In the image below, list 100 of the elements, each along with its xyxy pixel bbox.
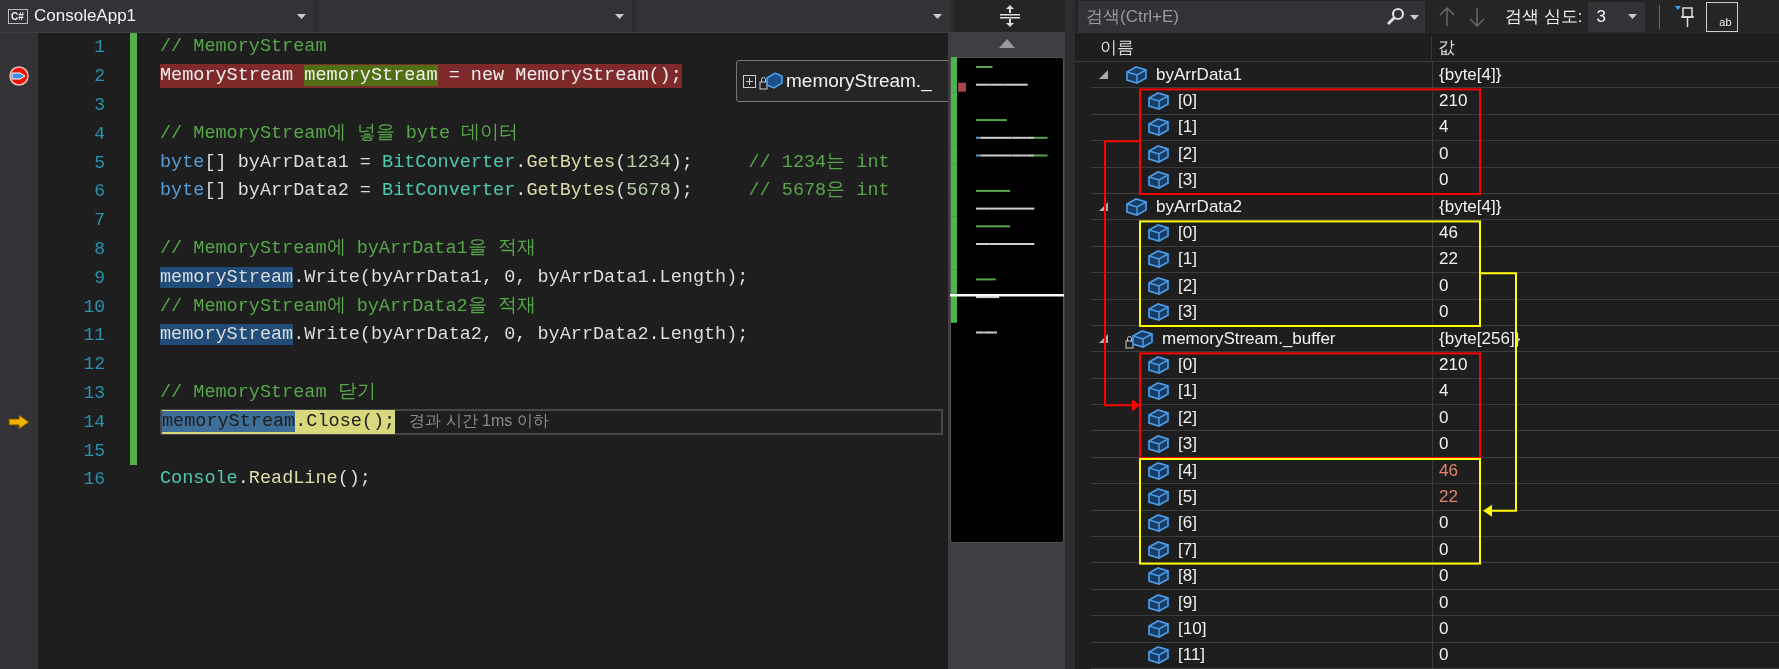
locked-cube-icon [759, 70, 783, 92]
expand-icon[interactable] [743, 74, 756, 88]
breakpoint-icon[interactable] [7, 66, 31, 87]
column-header[interactable]: 이름 [1075, 35, 1432, 59]
variable-name: [5] [1178, 486, 1197, 507]
cube-icon [1147, 301, 1171, 324]
variable-name: [2] [1178, 407, 1197, 428]
cube-icon [1147, 591, 1171, 614]
code-line: // MemoryStream 닫기 [160, 380, 376, 405]
cube-icon [1147, 222, 1171, 245]
expand-triangle-icon[interactable] [1099, 334, 1108, 344]
caret-icon [297, 13, 306, 19]
variable-name: [6] [1178, 513, 1197, 534]
minimap-drawing[interactable] [949, 57, 1064, 543]
variable-value: 0 [1439, 592, 1449, 613]
elapsed-time-hint: 경과 시간 1ms 이하 [409, 411, 549, 432]
variable-value: 22 [1439, 249, 1458, 270]
variable-value: 210 [1439, 91, 1468, 112]
cube-icon [1147, 274, 1171, 297]
variable-name: [1] [1178, 117, 1197, 138]
variable-value: 46 [1439, 223, 1458, 244]
variable-value: 0 [1439, 275, 1449, 296]
line-number: 9 [93, 267, 105, 288]
cube-icon [1147, 565, 1171, 588]
cube-icon [1147, 617, 1171, 640]
variable-value: 46 [1439, 460, 1458, 481]
code-line: // MemoryStream [160, 35, 327, 60]
variable-name: [0] [1178, 355, 1197, 375]
code-line: Console.ReadLine(); [160, 467, 371, 492]
expand-triangle-icon[interactable] [1099, 70, 1108, 80]
variable-name: [2] [1178, 143, 1197, 164]
variable-value: 0 [1439, 143, 1449, 164]
variable-value: 0 [1439, 513, 1449, 534]
variable-name: [4] [1178, 460, 1197, 481]
cube-icon [1147, 380, 1171, 403]
data-tip[interactable]: memoryStream._ [736, 60, 948, 102]
variable-name: [3] [1178, 302, 1197, 323]
cube-icon [1147, 142, 1171, 165]
line-number: 3 [93, 95, 105, 115]
variable-name: memoryStream._buffer [1162, 328, 1336, 349]
code-line: memoryStream.Write(byArrData1, 0, byArrData1.Length); [160, 265, 749, 290]
code-line: byte[] byArrData2 = BitConverter.GetBytes(5678); // 5678은 int [160, 179, 890, 204]
caret-icon [615, 13, 624, 19]
variable-value: 22 [1439, 486, 1458, 507]
caret-icon[interactable] [1410, 14, 1419, 20]
variable-value: 4 [1439, 117, 1449, 138]
column-header[interactable]: 값 [1432, 35, 1455, 59]
variable-value: 0 [1439, 566, 1449, 587]
cube-icon [1147, 538, 1171, 561]
cube-icon [1147, 116, 1171, 139]
pin-icon[interactable] [1674, 4, 1697, 29]
arrow-down-icon[interactable] [1469, 6, 1485, 27]
variable-value: 0 [1439, 618, 1449, 639]
line-number: 12 [82, 354, 105, 375]
line-number: 13 [82, 382, 105, 403]
search-field[interactable]: 검색(Ctrl+E) [1078, 0, 1425, 33]
code-line: memoryStream.Write(byArrData2, 0, byArrData2.Length); [160, 323, 749, 348]
line-number: 11 [82, 325, 105, 346]
variable-value: 0 [1439, 170, 1449, 191]
expand-triangle-icon[interactable] [1099, 202, 1108, 212]
variable-name: [2] [1178, 275, 1197, 296]
line-number: 4 [93, 123, 105, 144]
depth-label: 검색 심도: [1505, 6, 1583, 29]
language-badge: C# [8, 8, 28, 24]
cube-icon [1147, 512, 1171, 535]
depth-dropdown[interactable]: 3 [1588, 1, 1646, 32]
scroll-up-icon[interactable] [998, 38, 1015, 48]
variable-value: 0 [1439, 407, 1449, 428]
variable-name: [11] [1178, 645, 1206, 666]
code-line: byte[] byArrData1 = BitConverter.GetBytes(1234); // 1234는 int [160, 150, 890, 175]
code-line: // MemoryStream에 byArrData2을 적재 [160, 294, 536, 319]
variable-name: [9] [1178, 592, 1197, 613]
line-number: 8 [93, 238, 105, 259]
search-icon[interactable] [1386, 6, 1406, 27]
line-number: 1 [93, 37, 105, 58]
variable-value: 4 [1439, 381, 1449, 402]
split-icon[interactable] [999, 5, 1020, 27]
variable-name: [10] [1178, 618, 1207, 639]
cube-icon [1147, 459, 1171, 482]
variable-value: 0 [1439, 302, 1449, 323]
project-dropdown[interactable]: C# ConsoleApp1 [0, 0, 314, 32]
variable-name: [8] [1178, 566, 1197, 587]
variable-value: {byte[4]} [1439, 196, 1502, 217]
cube-icon [1147, 248, 1171, 271]
variable-name: [0] [1178, 223, 1197, 244]
line-number: 5 [93, 152, 105, 173]
arrow-up-icon[interactable] [1439, 6, 1455, 27]
line-number: 10 [82, 296, 105, 317]
view-button[interactable]: ab [1706, 1, 1739, 32]
variable-name: [3] [1178, 170, 1197, 191]
cube-icon [1147, 433, 1171, 456]
line-number: 7 [93, 210, 105, 231]
cube-icon [1147, 406, 1171, 429]
variable-name: byArrData1 [1156, 64, 1242, 85]
variable-value: {byte[4]} [1439, 64, 1502, 85]
caret-icon [1628, 14, 1638, 20]
caret-icon [933, 13, 942, 19]
data-tip-label: memoryStream._ [786, 70, 932, 92]
variable-name: [1] [1178, 249, 1197, 270]
variable-value: 0 [1439, 645, 1449, 666]
